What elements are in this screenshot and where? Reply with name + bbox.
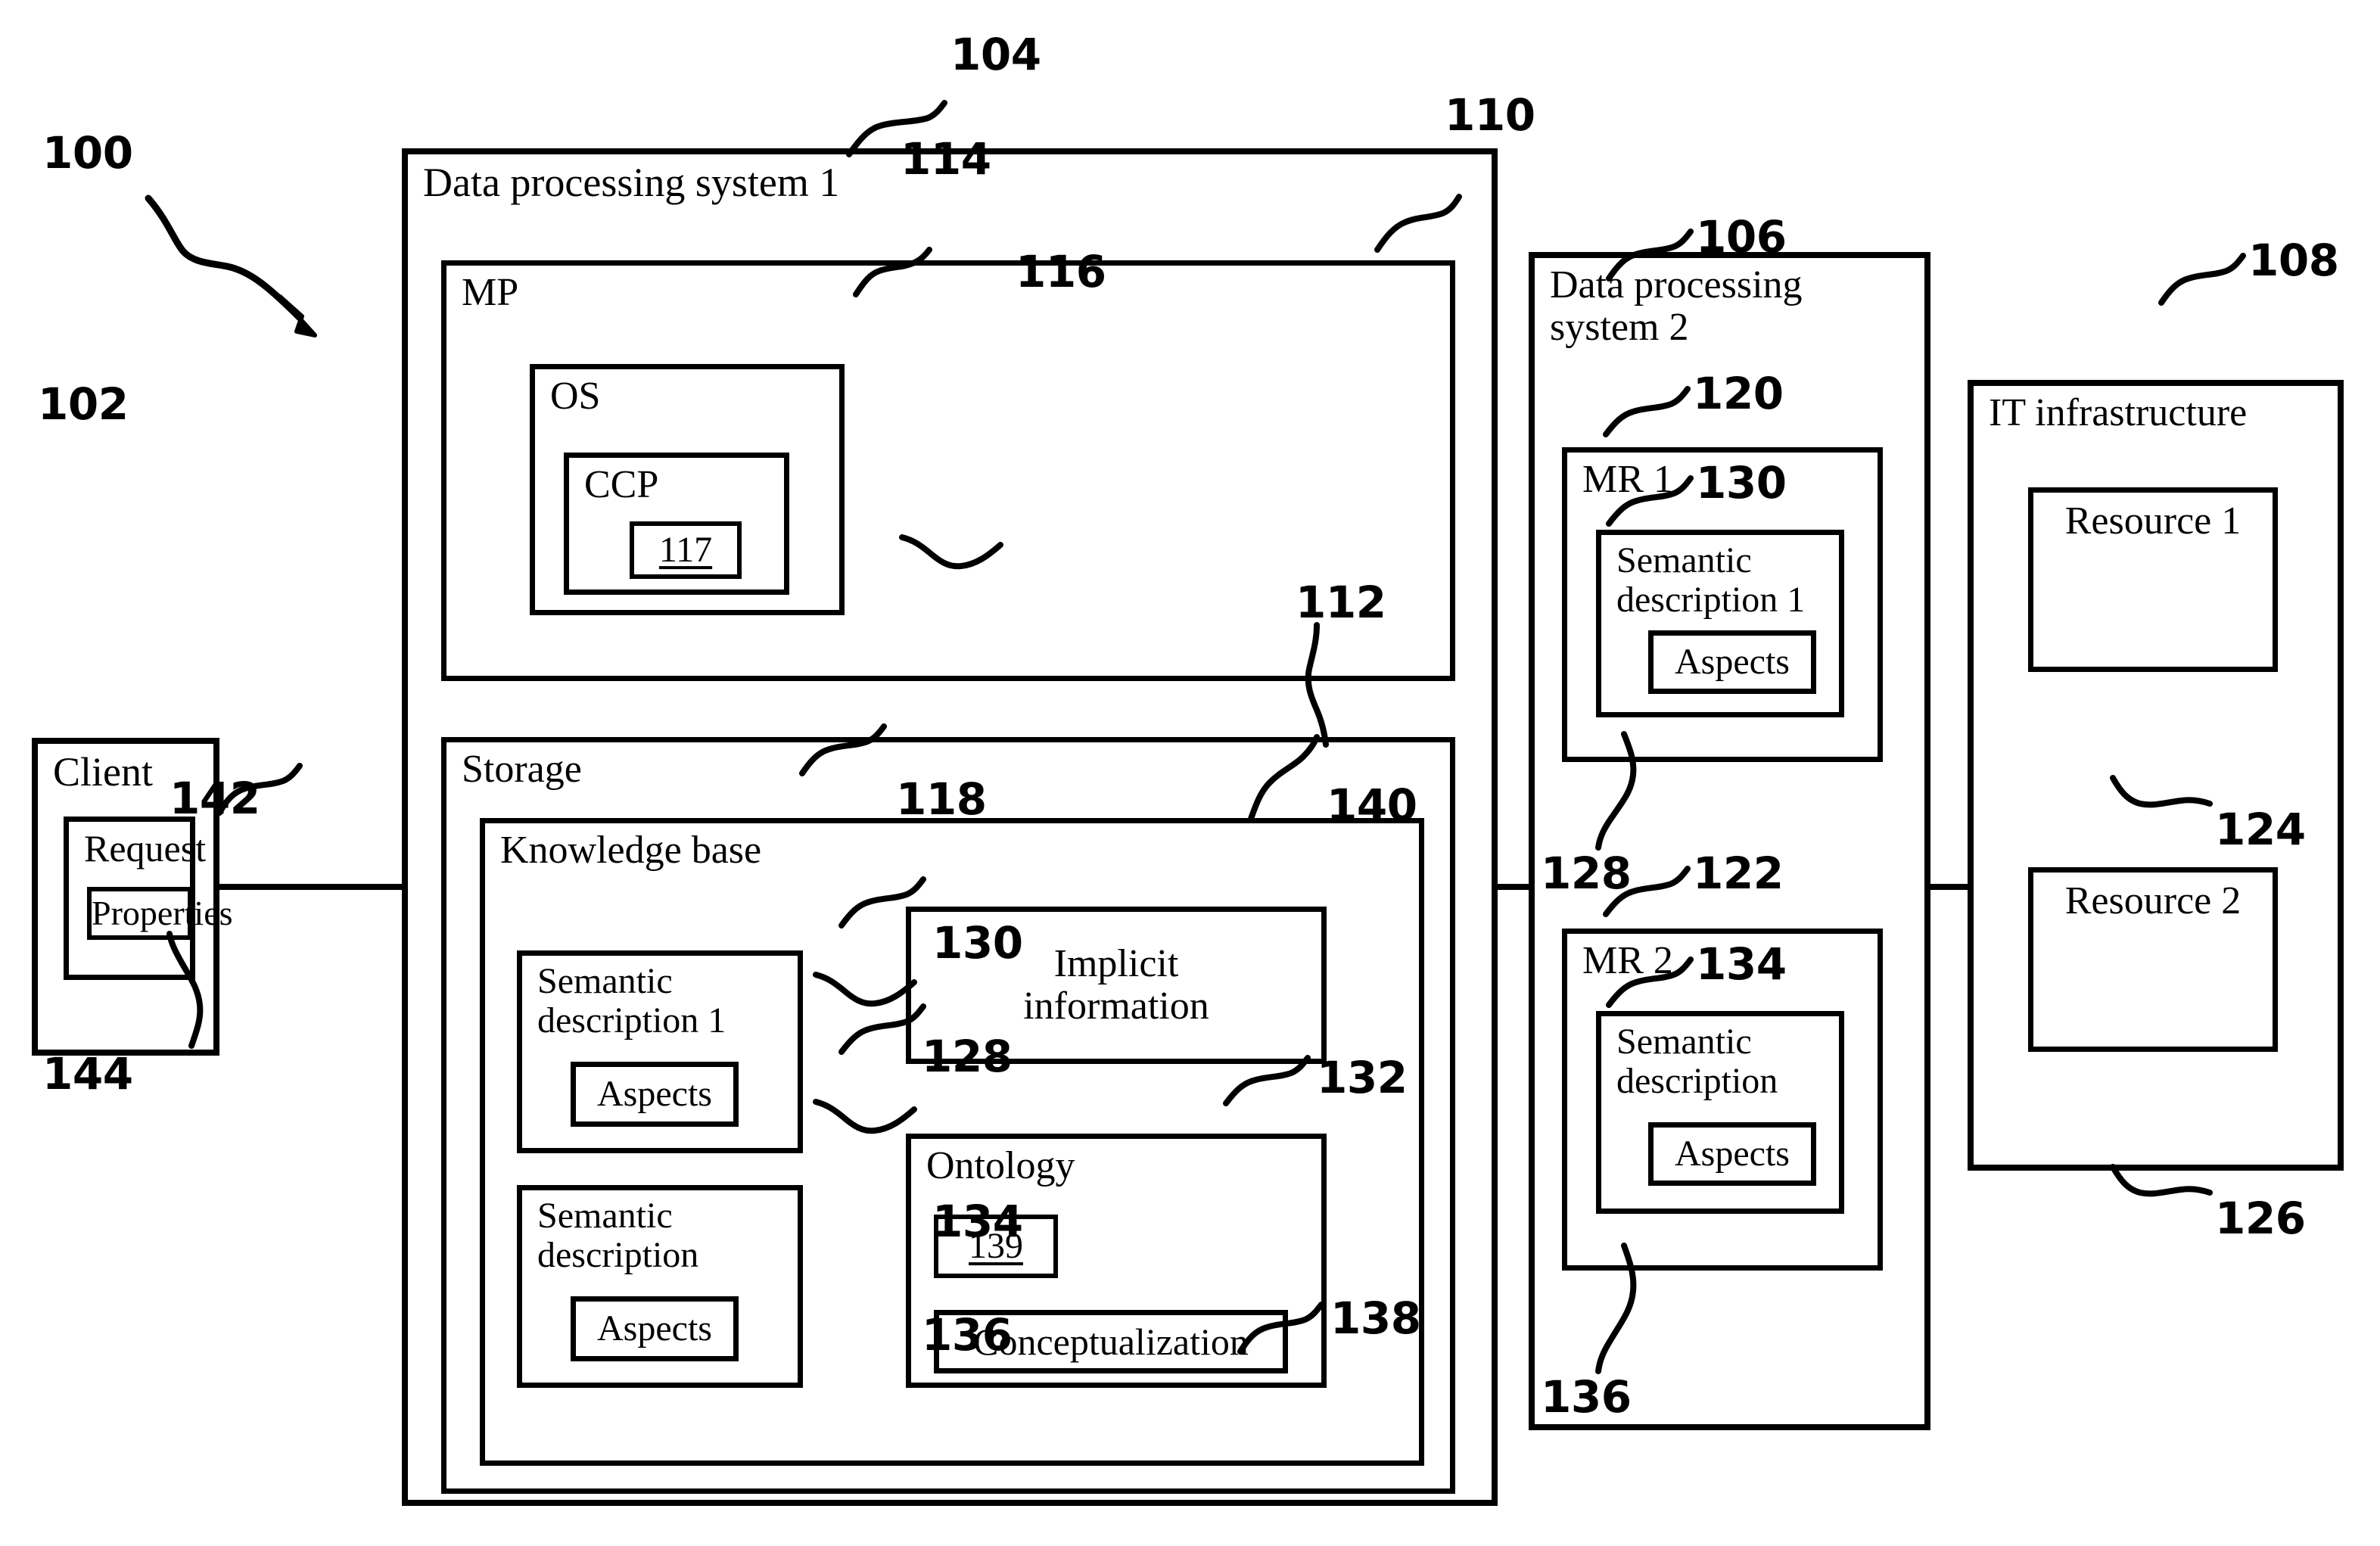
aspects-136-box[interactable]: Aspects [571, 1296, 739, 1361]
mr2-semantic-description-box[interactable]: Semantic description Aspects [1596, 1011, 1844, 1214]
os-box[interactable]: OS CCP 117 [530, 364, 845, 615]
client-box[interactable]: Client Request Properties [32, 738, 233, 1056]
client-label: Client [53, 749, 153, 795]
leader-108 [2158, 253, 2246, 306]
dps2-box[interactable]: Data processing system 2 MR 1 Semantic d… [1529, 252, 1930, 1430]
semantic-description-2-label: Semantic description [537, 1196, 699, 1275]
dps2-label: Data processing system 2 [1550, 263, 1803, 350]
ccp-label: CCP [584, 463, 659, 506]
semantic-description-1-label: Semantic description 1 [537, 961, 726, 1041]
aspects-136-label: Aspects [597, 1308, 712, 1349]
semantic-description-2-box[interactable]: Semantic description Aspects [517, 1185, 803, 1388]
it-infrastructure-box[interactable]: IT infrastructure Resource 1 Resource 2 [1968, 380, 2344, 1171]
ref-126: 126 [2215, 1193, 2306, 1244]
dps1-box[interactable]: Data processing system 1 MP OS CCP 117 S… [402, 148, 1498, 1506]
implicit-information-box[interactable]: Implicit information [906, 907, 1327, 1064]
mr1-aspects-label: Aspects [1675, 642, 1790, 683]
arrowhead-100 [278, 294, 317, 338]
leader-100 [145, 194, 303, 322]
ref-108: 108 [2248, 235, 2339, 286]
ontology-inner-139-box[interactable]: 139 [934, 1215, 1058, 1278]
patent-figure: 100 102 142 144 104 110 114 116 112 118 … [0, 0, 2380, 1546]
conceptualization-box[interactable]: Conceptualization [934, 1310, 1288, 1373]
ccp-box[interactable]: CCP 117 [564, 453, 789, 595]
ref-110: 110 [1445, 89, 1535, 141]
knowledge-base-box[interactable]: Knowledge base Semantic description 1 As… [480, 818, 1424, 1466]
semantic-description-1-box[interactable]: Semantic description 1 Aspects [517, 950, 803, 1153]
request-label: Request [84, 827, 207, 869]
properties-box[interactable]: Properties [87, 887, 233, 940]
request-box[interactable]: Request Properties [64, 817, 233, 980]
aspects-128-label: Aspects [597, 1074, 712, 1115]
dps1-label: Data processing system 1 [423, 160, 840, 205]
knowledge-base-label: Knowledge base [500, 829, 762, 872]
mr1-label: MR 1 [1582, 458, 1673, 501]
mr2-label: MR 2 [1582, 939, 1673, 982]
mr1-aspects-box[interactable]: Aspects [1648, 630, 1816, 694]
mp-box[interactable]: MP OS CCP 117 [441, 260, 1455, 681]
ontology-label: Ontology [926, 1144, 1075, 1187]
ccp-inner-117-label: 117 [658, 530, 713, 571]
storage-label: Storage [462, 748, 582, 791]
ontology-box[interactable]: Ontology 139 Conceptualization [906, 1134, 1327, 1388]
implicit-information-label: Implicit information [1023, 941, 1209, 1028]
mr1-semantic-description-box[interactable]: Semantic description 1 Aspects [1596, 530, 1844, 717]
resource-1-box[interactable]: Resource 1 [2028, 487, 2278, 672]
leader-126 [2110, 1164, 2213, 1197]
aspects-128-box[interactable]: Aspects [571, 1062, 739, 1127]
mr1-box[interactable]: MR 1 Semantic description 1 Aspects [1562, 447, 1883, 762]
ref-100: 100 [42, 127, 133, 179]
ref-144: 144 [42, 1048, 133, 1100]
mp-label: MP [462, 271, 519, 314]
ontology-inner-139-label: 139 [969, 1226, 1023, 1267]
os-label: OS [550, 375, 601, 418]
ref-102: 102 [38, 378, 129, 430]
resource-2-label: Resource 2 [2064, 879, 2242, 922]
resource-2-box[interactable]: Resource 2 [2028, 867, 2278, 1052]
ccp-inner-117-box[interactable]: 117 [630, 521, 742, 579]
mr2-box[interactable]: MR 2 Semantic description Aspects [1562, 929, 1883, 1271]
properties-label: Properties [92, 894, 233, 933]
mr2-aspects-label: Aspects [1675, 1134, 1790, 1174]
ref-104: 104 [950, 29, 1041, 80]
mr1-semantic-description-label: Semantic description 1 [1616, 540, 1806, 620]
mr2-aspects-box[interactable]: Aspects [1648, 1122, 1816, 1186]
it-infrastructure-label: IT infrastructure [1989, 391, 2248, 434]
resource-1-label: Resource 1 [2064, 499, 2242, 543]
mr2-semantic-description-label: Semantic description [1616, 1022, 1778, 1101]
conceptualization-label: Conceptualization [973, 1320, 1249, 1363]
storage-box[interactable]: Storage Knowledge base Semantic descript… [441, 737, 1455, 1494]
